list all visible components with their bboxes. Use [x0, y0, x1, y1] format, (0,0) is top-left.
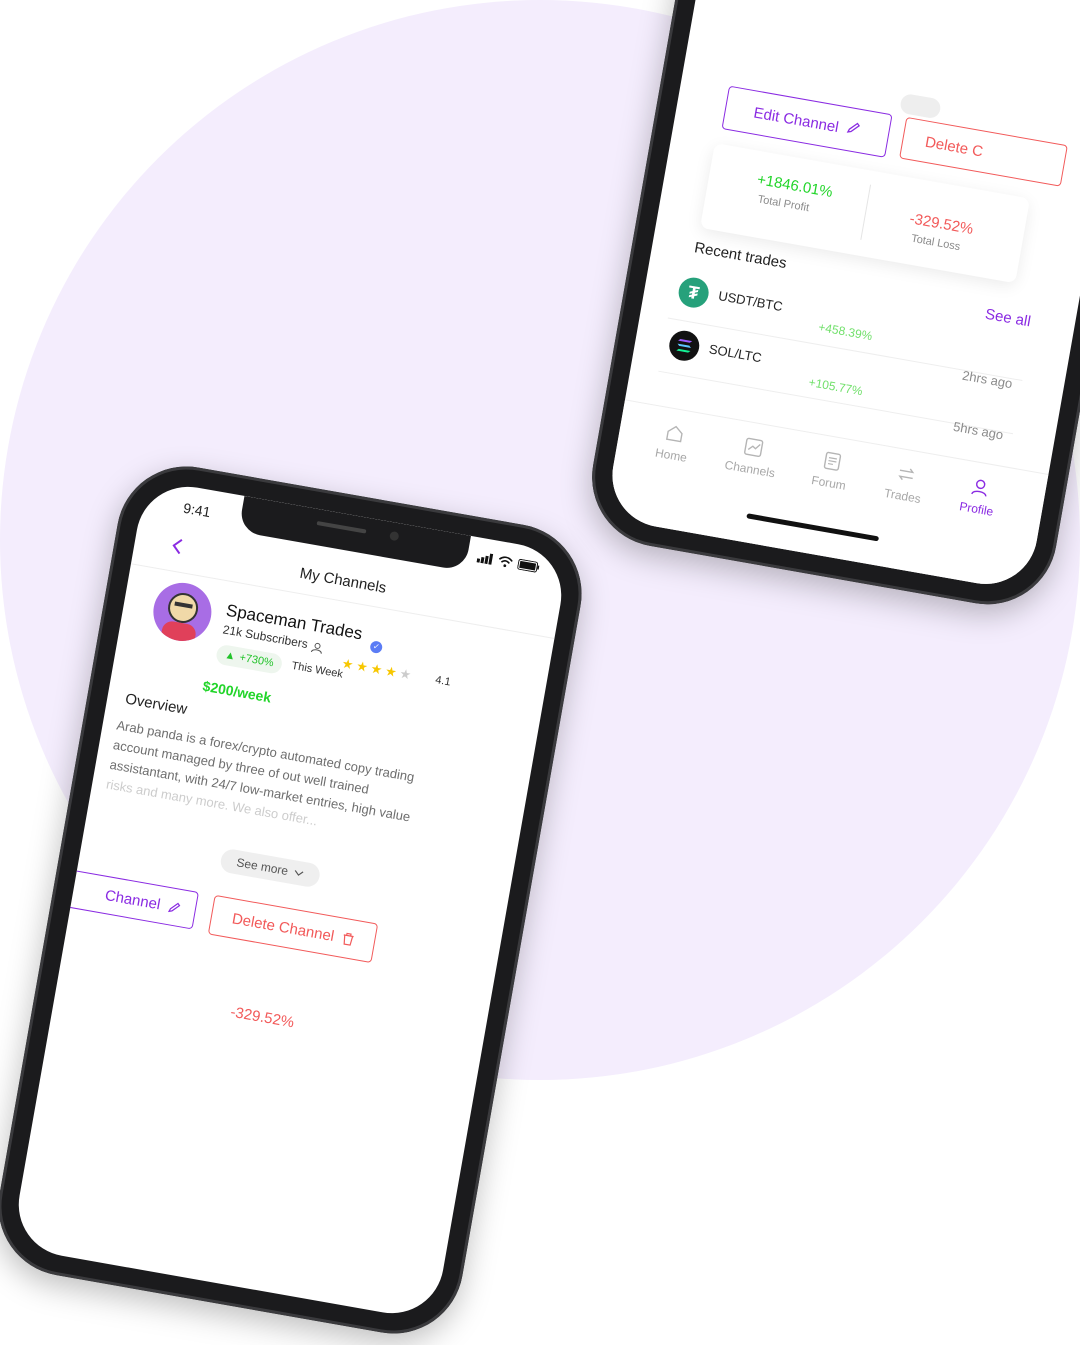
up-arrow-icon: ▲ [223, 649, 237, 663]
overview-heading: Overview [123, 690, 189, 719]
star-icon: ★ [355, 658, 370, 675]
growth-badge: ▲ +730% [214, 643, 284, 675]
phone-left: 9:41 My Channels Spaceman Trades ✓ 21k S… [0, 0, 1080, 1345]
rating-value: 4.1 [434, 674, 452, 689]
verified-badge-icon: ✓ [369, 640, 384, 655]
growth-period: This Week [290, 659, 344, 681]
edit-channel-label: Channel [103, 886, 162, 913]
status-icons [476, 551, 540, 573]
rating-stars: ★ ★ ★ ★ ★ [340, 656, 413, 684]
page-title: My Channels [298, 564, 388, 597]
total-loss-value: -329.52% [229, 1003, 296, 1032]
growth-value: +730% [238, 651, 275, 670]
star-icon: ★ [369, 660, 384, 678]
see-more-label: See more [235, 855, 290, 879]
person-icon [309, 640, 324, 660]
chevron-down-icon [294, 870, 304, 876]
pencil-icon [168, 902, 181, 912]
phone-left-screen: 9:41 My Channels Spaceman Trades ✓ 21k S… [10, 478, 570, 1322]
price: $200/week [201, 677, 273, 706]
back-icon[interactable] [168, 536, 184, 561]
signal-icon [476, 553, 494, 565]
star-icon: ★ [383, 663, 399, 680]
delete-channel-button[interactable]: Delete Channel [207, 894, 379, 964]
see-more-button[interactable]: See more [218, 847, 322, 889]
status-time: 9:41 [182, 499, 212, 521]
star-icon: ★ [398, 665, 413, 683]
wifi-icon [498, 556, 513, 568]
delete-channel-label: Delete Channel [230, 909, 336, 945]
overview-text: Arab panda is a forex/crypto automated c… [105, 715, 454, 853]
avatar [148, 578, 216, 646]
trash-icon [343, 932, 354, 946]
battery-icon [517, 558, 540, 573]
